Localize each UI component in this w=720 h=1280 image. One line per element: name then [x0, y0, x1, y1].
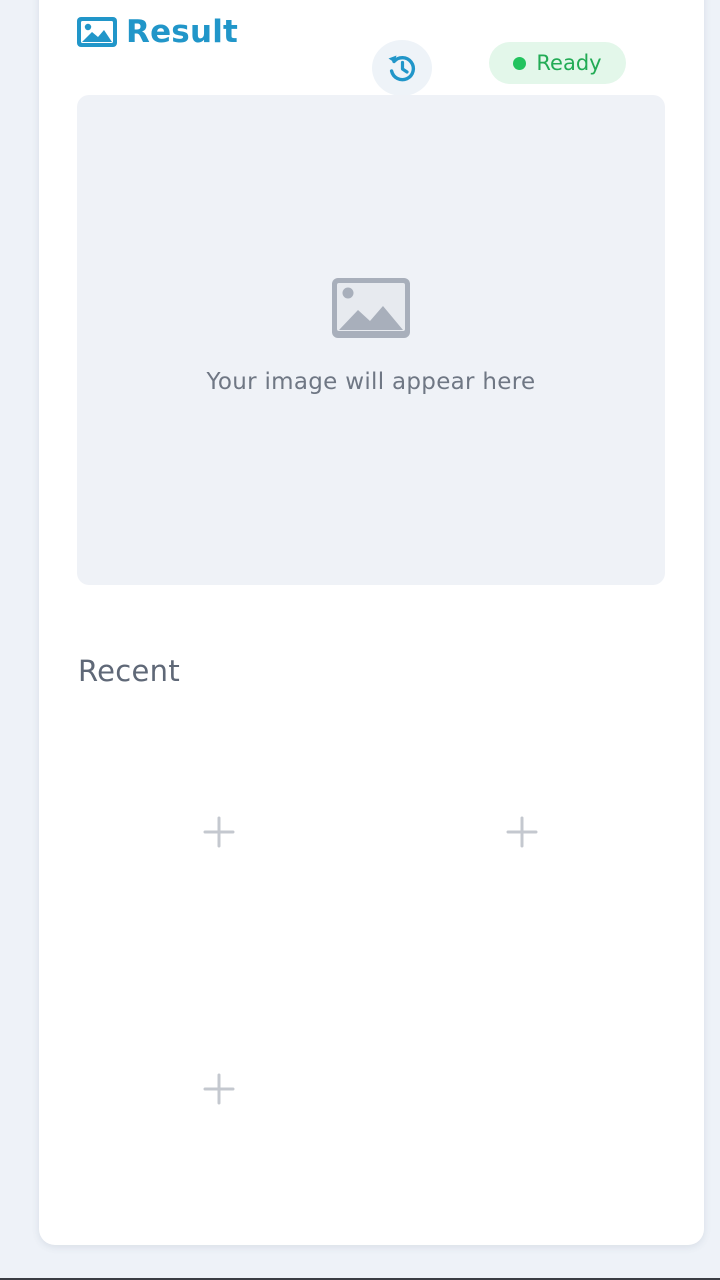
status-dot	[513, 56, 527, 70]
status-badge: Ready	[489, 42, 626, 84]
preview-placeholder-text: Your image will appear here	[206, 369, 536, 395]
plus-icon	[202, 1072, 236, 1106]
recent-heading: Recent	[78, 654, 181, 688]
plus-icon	[202, 815, 236, 849]
plus-icon	[505, 815, 539, 849]
history-button[interactable]	[372, 40, 432, 96]
status-label: Ready	[536, 51, 602, 75]
recent-slot-add[interactable]	[199, 812, 239, 852]
recent-slot-add[interactable]	[199, 1069, 239, 1109]
image-preview-area: Your image will appear here	[77, 95, 665, 585]
image-icon	[77, 17, 117, 47]
image-placeholder-icon	[332, 278, 410, 338]
page-title: Result	[126, 14, 239, 50]
history-icon	[385, 51, 419, 85]
result-header: Result	[77, 14, 238, 50]
recent-slot-add[interactable]	[502, 812, 542, 852]
